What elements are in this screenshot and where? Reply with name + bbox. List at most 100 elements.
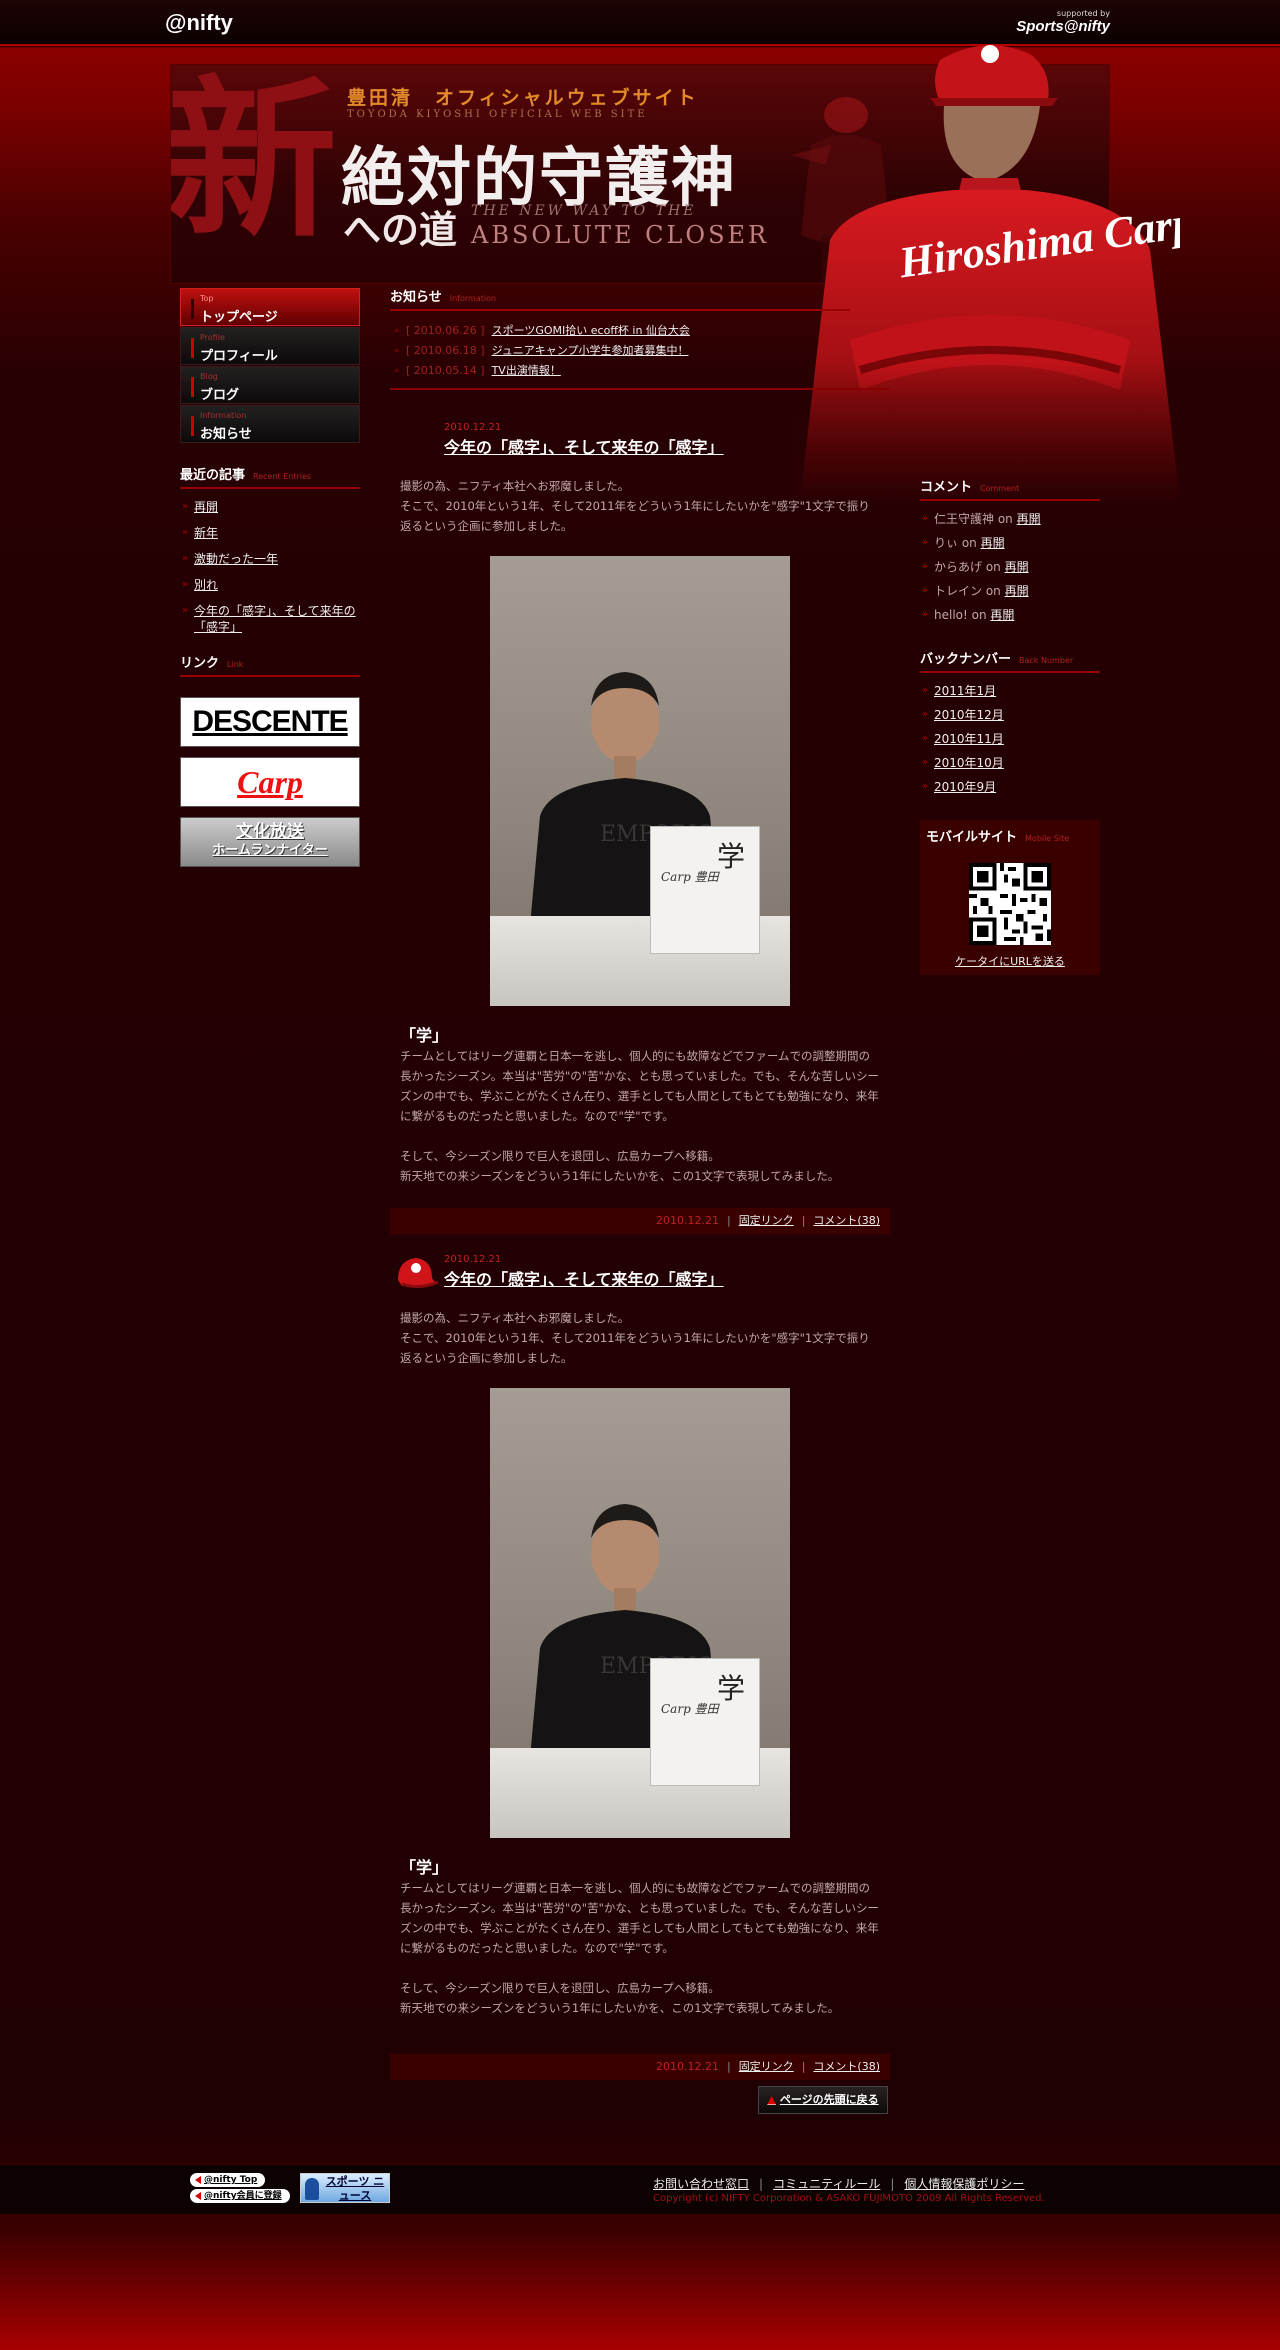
permalink[interactable]: 固定リンク xyxy=(739,1214,794,1227)
autograph-kanji: 学 xyxy=(716,1672,745,1705)
list-item: トレイン on 再開 xyxy=(920,583,1100,599)
list-item: 2010年12月 xyxy=(920,707,1100,723)
comment-entry-link[interactable]: 再開 xyxy=(981,536,1005,550)
archive-link[interactable]: 2010年12月 xyxy=(934,708,1004,722)
blog-post: 2010.12.21 今年の「感字」、そして来年の「感字」 撮影の為、ニフティ本… xyxy=(390,1254,890,2080)
news-date: [ 2010.06.26 ] xyxy=(406,324,485,337)
news-link[interactable]: スポーツGOMI拾い ecoff杯 in 仙台大会 xyxy=(492,324,690,337)
post-footer-date: 2010.12.21 xyxy=(655,1214,719,1227)
post-subheading: 「学」 xyxy=(400,1026,449,1045)
header-english-line2: ABSOLUTE CLOSER xyxy=(471,221,770,249)
comments-title: コメント Comment xyxy=(920,476,1100,501)
carp-cap-icon xyxy=(398,1258,438,1289)
links-title-jp: リンク xyxy=(180,656,220,671)
up-arrow-icon: ▲ xyxy=(767,2093,776,2106)
recent-entry-link[interactable]: 新年 xyxy=(194,526,218,540)
information-list: [ 2010.06.26 ] スポーツGOMI拾い ecoff杯 in 仙台大会… xyxy=(390,321,850,381)
descente-banner[interactable]: DESCENTE xyxy=(180,697,360,747)
post-footer: 2010.12.21 | 固定リンク | コメント(38) xyxy=(390,1208,890,1234)
archive-link[interactable]: 2010年10月 xyxy=(934,756,1004,770)
post-body-line: そして、今シーズン限りで巨人を退団し、広島カープへ移籍。 xyxy=(400,1981,720,1995)
send-url-to-mobile-link[interactable]: ケータイにURLを送る xyxy=(955,955,1065,968)
comments-list: 仁王守護神 on 再開 りぃ on 再開 からあげ on 再開 トレイン on … xyxy=(920,511,1100,623)
nav-item-blog[interactable]: Blog ブログ xyxy=(180,366,360,404)
recent-entry-link[interactable]: 今年の「感字」、そして来年の「感字」 xyxy=(194,604,356,634)
nav-item-en: Information xyxy=(200,411,247,420)
post-title[interactable]: 今年の「感字」、そして来年の「感字」 xyxy=(444,1266,724,1290)
post-title[interactable]: 今年の「感字」、そして来年の「感字」 xyxy=(444,434,724,458)
mobile-site-box: モバイルサイト Mobile Site ケータイにURLを送る xyxy=(920,820,1100,975)
post-date: 2010.12.21 xyxy=(444,1254,502,1265)
nav-item-information[interactable]: Information お知らせ xyxy=(180,405,360,443)
on-label: on xyxy=(985,560,1001,574)
post-photo: EMPORIO 学 Carp 豊田 xyxy=(490,1388,790,1838)
bunka-banner-line2: ホームランナイター xyxy=(212,843,328,858)
nifty-logo[interactable]: @nifty xyxy=(165,10,233,36)
archive-link[interactable]: 2011年1月 xyxy=(934,684,996,698)
community-rules-link[interactable]: コミュニティルール xyxy=(773,2177,880,2191)
news-date: [ 2010.05.14 ] xyxy=(406,364,485,377)
recent-entry-link[interactable]: 再開 xyxy=(194,500,218,514)
nifty-top-button[interactable]: @nifty Top xyxy=(190,2173,266,2187)
autograph-signature: Carp 豊田 xyxy=(661,870,719,884)
back-to-top-button[interactable]: ▲ ページの先頭に戻る xyxy=(758,2086,888,2114)
list-item: [ 2010.06.18 ] ジュニアキャンプ小学生参加者募集中！ xyxy=(390,341,850,361)
post-intro-1: 撮影の為、ニフティ本社へお邪魔しました。 xyxy=(400,479,630,493)
contact-link[interactable]: お問い合わせ窓口 xyxy=(653,2177,749,2191)
news-date-text: 2010.06.18 xyxy=(413,344,477,357)
nifty-register-button[interactable]: @nifty会員に登録 xyxy=(190,2189,290,2203)
nav-item-profile[interactable]: Profile プロフィール xyxy=(180,327,360,365)
news-link[interactable]: ジュニアキャンプ小学生参加者募集中！ xyxy=(492,344,689,357)
sports-news-banner[interactable]: スポーツ ニュース xyxy=(300,2173,390,2203)
nav-item-en: Profile xyxy=(200,333,225,342)
archive-link[interactable]: 2010年11月 xyxy=(934,732,1004,746)
nav-item-label: ブログ xyxy=(200,388,240,403)
list-item: 別れ xyxy=(180,577,360,593)
comments-link[interactable]: コメント(38) xyxy=(813,2060,880,2073)
footer-links: お問い合わせ窓口 | コミュニティルール | 個人情報保護ポリシー xyxy=(653,2175,1024,2192)
comment-entry-link[interactable]: 再開 xyxy=(990,608,1014,622)
permalink[interactable]: 固定リンク xyxy=(739,2060,794,2073)
list-item: 再開 xyxy=(180,499,360,515)
nav-item-en: Top xyxy=(200,294,214,303)
separator: | xyxy=(726,1214,731,1227)
recent-entry-link[interactable]: 別れ xyxy=(194,578,218,592)
list-item: 今年の「感字」、そして来年の「感字」 xyxy=(180,603,360,635)
separator: | xyxy=(801,1214,806,1227)
post-intro-2: そこで、2010年という1年、そして2011年をどういう1年にしたいかを"感字"… xyxy=(400,1331,870,1365)
comment-entry-link[interactable]: 再開 xyxy=(1005,584,1029,598)
recent-comments: コメント Comment 仁王守護神 on 再開 りぃ on 再開 からあげ on… xyxy=(920,476,1100,631)
sports-nifty-logo: Sports@nifty xyxy=(1016,18,1110,35)
comment-entry-link[interactable]: 再開 xyxy=(1017,512,1041,526)
nav-marker xyxy=(191,416,194,436)
news-link[interactable]: TV出演情報！ xyxy=(492,364,561,377)
list-item: 2010年9月 xyxy=(920,779,1100,795)
links-title-en: Link xyxy=(227,660,244,669)
recent-entries-list: 再開 新年 激動だった一年 別れ 今年の「感字」、そして来年の「感字」 xyxy=(180,499,360,635)
information-title-jp: お知らせ xyxy=(390,290,442,305)
commenter: hello! xyxy=(934,608,968,622)
archive-link[interactable]: 2010年9月 xyxy=(934,780,996,794)
recent-entry-link[interactable]: 激動だった一年 xyxy=(194,552,278,566)
supported-by[interactable]: supported by Sports@nifty xyxy=(1016,9,1110,35)
nav-item-top[interactable]: Top トップページ xyxy=(180,288,360,326)
bunka-hoso-banner[interactable]: 文化放送 ホームランナイター xyxy=(180,817,360,867)
list-item: [ 2010.06.26 ] スポーツGOMI拾い ecoff杯 in 仙台大会 xyxy=(390,321,850,341)
separator: | xyxy=(801,2060,806,2073)
mobile-title: モバイルサイト Mobile Site xyxy=(926,826,1094,849)
comments-title-en: Comment xyxy=(980,484,1020,493)
bunka-banner-line1: 文化放送 xyxy=(236,822,304,842)
back-to-top-label: ページの先頭に戻る xyxy=(779,2093,879,2106)
mobile-title-jp: モバイルサイト xyxy=(926,830,1018,845)
comments-link[interactable]: コメント(38) xyxy=(813,1214,880,1227)
separator: | xyxy=(726,2060,731,2073)
comment-entry-link[interactable]: 再開 xyxy=(1005,560,1029,574)
autograph-signature: Carp 豊田 xyxy=(661,1702,719,1716)
post-body-paragraph: チームとしてはリーグ連覇と日本一を逃し、個人的にも故障などでファームでの調整期間… xyxy=(400,1881,879,1955)
privacy-policy-link[interactable]: 個人情報保護ポリシー xyxy=(904,2177,1024,2191)
carp-banner[interactable]: Carp xyxy=(180,757,360,807)
news-date: [ 2010.06.18 ] xyxy=(406,344,485,357)
nifty-register-label: @nifty会員に登録 xyxy=(204,2191,282,2201)
on-label: on xyxy=(997,512,1013,526)
